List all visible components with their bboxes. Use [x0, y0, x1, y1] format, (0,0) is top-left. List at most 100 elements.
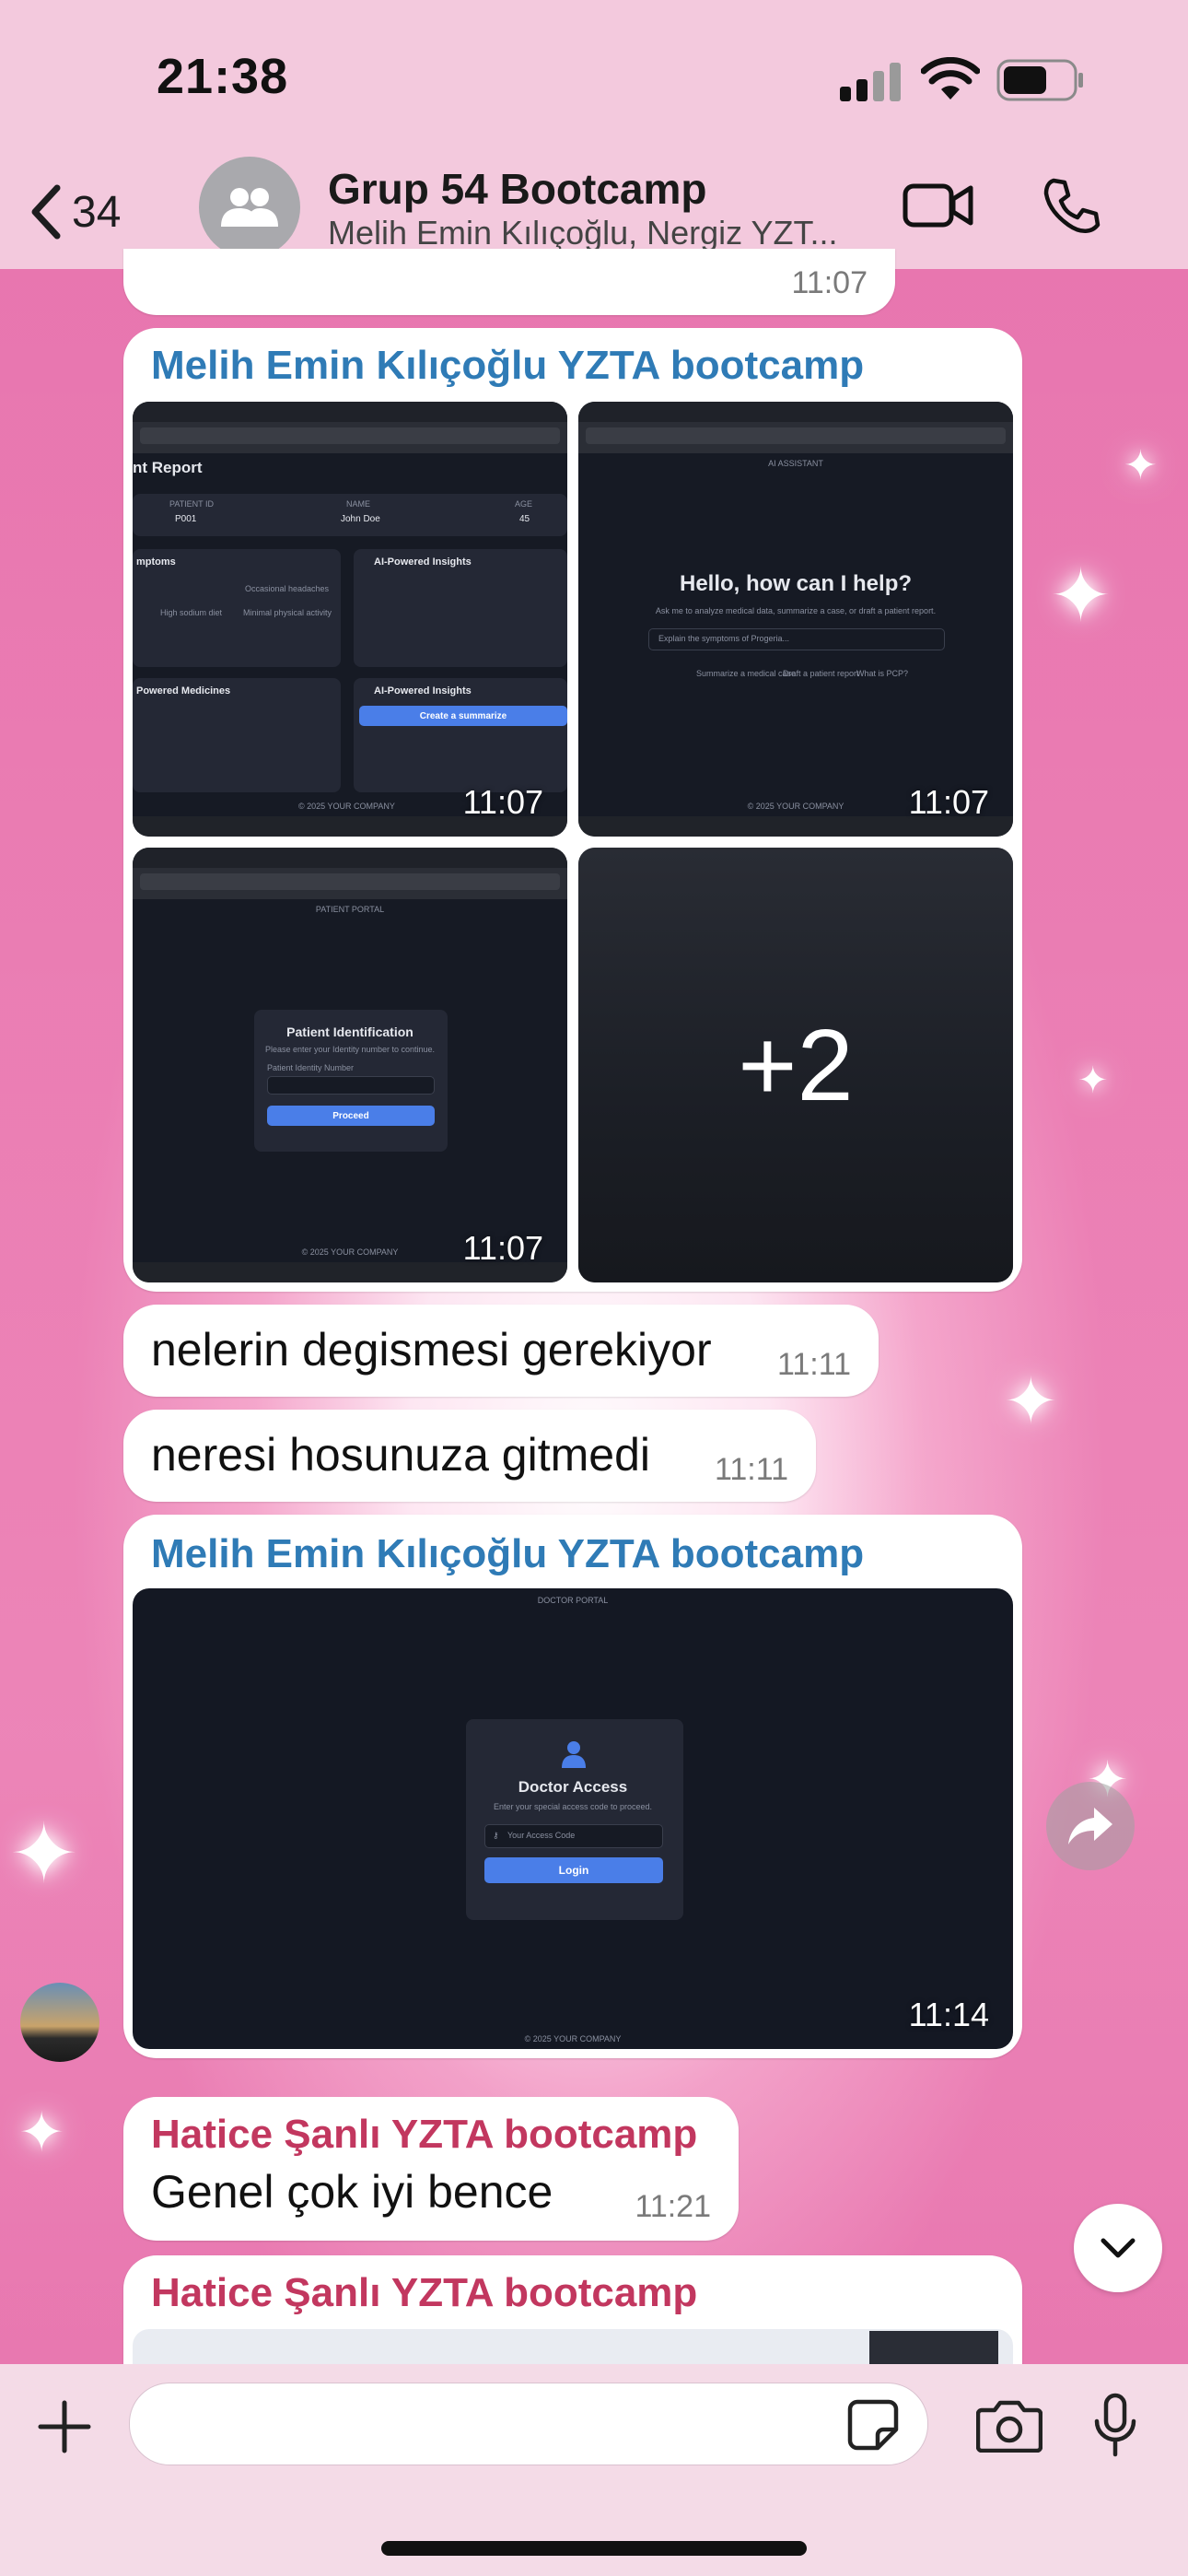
chat-title[interactable]: Grup 54 Bootcamp: [328, 164, 707, 214]
input-placeholder: Explain the symptoms of Progeria...: [658, 634, 790, 643]
value-name: John Doe: [341, 514, 380, 524]
label-age: AGE: [515, 499, 533, 509]
sender-name[interactable]: Hatice Şanlı YZTA bootcamp: [151, 2270, 697, 2316]
footer-text: © 2025 YOUR COMPANY: [298, 802, 395, 811]
section-ai-insights: AI-Powered Insights: [374, 685, 472, 697]
microphone-icon[interactable]: [1092, 2392, 1138, 2458]
section-medicines: Powered Medicines: [136, 685, 231, 697]
battery-icon: [996, 59, 1083, 101]
cellular-signal-icon: [840, 63, 901, 101]
photo-doctor-portal[interactable]: DOCTOR PORTAL Doctor Access Enter your s…: [133, 1588, 1013, 2049]
sparkle-decoration: ✦: [1004, 1364, 1058, 1439]
forward-button[interactable]: [1046, 1782, 1135, 1870]
photo-time: 11:14: [908, 1996, 989, 2033]
chevron-left-icon: [31, 184, 61, 240]
message-time: 11:11: [776, 1347, 851, 1382]
input-placeholder: Your Access Code: [507, 1831, 576, 1840]
portal-label: DOCTOR PORTAL: [537, 1596, 609, 1605]
phone-icon[interactable]: [1041, 175, 1101, 236]
camera-icon[interactable]: [976, 2397, 1042, 2453]
label-name: NAME: [346, 499, 371, 509]
assistant-subtitle: Ask me to analyze medical data, summariz…: [655, 606, 937, 615]
portal-label: PATIENT PORTAL: [315, 905, 385, 914]
image-message[interactable]: Melih Emin Kılıçoğlu YZTA bootcamp DOCTO…: [123, 1515, 1022, 2058]
forward-icon: [1068, 1808, 1112, 1844]
group-avatar[interactable]: [199, 157, 300, 258]
section-ai-insights: AI-Powered Insights: [374, 556, 472, 568]
message-time: 11:07: [791, 265, 868, 300]
report-title: nt Report: [133, 459, 203, 476]
album-photo-ai-assistant[interactable]: AI ASSISTANT Hello, how can I help? Ask …: [578, 402, 1013, 837]
message-time: 11:21: [635, 2189, 711, 2224]
sparkle-decoration: ✦: [18, 2101, 65, 2165]
portal-label: AI ASSISTANT: [768, 459, 823, 468]
assistant-heading: Hello, how can I help?: [679, 571, 913, 596]
suggestion-chip: What is PCP?: [856, 669, 909, 678]
proceed-button: Proceed: [267, 1106, 435, 1126]
assistant-input: Explain the symptoms of Progeria...: [648, 628, 945, 650]
home-indicator: [381, 2541, 807, 2556]
photo-time: 11:07: [462, 1229, 543, 1267]
sender-name[interactable]: Melih Emin Kılıçoğlu YZTA bootcamp: [151, 343, 864, 389]
album-photo-patient-portal[interactable]: PATIENT PORTAL Patient Identification Pl…: [133, 848, 567, 1282]
scroll-to-bottom-button[interactable]: [1074, 2204, 1162, 2292]
sender-name[interactable]: Hatice Şanlı YZTA bootcamp: [151, 2112, 697, 2158]
plus-icon[interactable]: [37, 2399, 92, 2454]
album-more-photos[interactable]: +2: [578, 848, 1013, 1282]
key-icon: ⚷: [493, 1831, 499, 1840]
message-time: 11:11: [714, 1452, 788, 1487]
field-label: Patient Identity Number: [267, 1063, 355, 1072]
sticker-icon[interactable]: [846, 2398, 900, 2452]
chat-members[interactable]: Melih Emin Kılıçoğlu, Nergiz YZT...: [328, 214, 862, 252]
value-age: 45: [519, 514, 530, 524]
message-bubble[interactable]: neresi hosunuza gitmedi 11:11: [123, 1410, 816, 1502]
identity-number-input: [267, 1076, 435, 1095]
value-patient-id: P001: [175, 514, 197, 524]
wifi-icon: [921, 57, 980, 100]
clock: 21:38: [157, 49, 289, 104]
doctor-icon: [562, 1741, 586, 1768]
message-bubble[interactable]: Hatice Şanlı YZTA bootcamp Genel çok iyi…: [123, 2097, 739, 2241]
browser-bar: [133, 848, 567, 899]
browser-bar: [578, 402, 1013, 453]
message-input[interactable]: [129, 2383, 928, 2465]
message-bubble[interactable]: nelerin degismesi gerekiyor 11:11: [123, 1305, 879, 1397]
message-bubble[interactable]: 11:07: [123, 249, 895, 315]
back-button[interactable]: 34: [28, 175, 121, 249]
suggestion-chip: Draft a patient report: [783, 669, 859, 678]
identification-subtitle: Please enter your Identity number to con…: [264, 1045, 436, 1054]
sparkle-decoration: ✦: [9, 1806, 79, 1903]
footer-text: © 2025 YOUR COMPANY: [524, 2034, 622, 2043]
doctor-access-subtitle: Enter your special access code to procee…: [493, 1802, 653, 1811]
sparkle-decoration: ✦: [1124, 442, 1158, 489]
unread-count: 34: [72, 187, 122, 237]
message-text: nelerin degismesi gerekiyor: [151, 1324, 712, 1376]
message-text: neresi hosunuza gitmedi: [151, 1429, 650, 1481]
symptom-tag: High sodium diet: [160, 608, 223, 617]
album-message[interactable]: Melih Emin Kılıçoğlu YZTA bootcamp nt Re…: [123, 328, 1022, 1292]
suggestion-chip: Summarize a medical case: [696, 669, 797, 678]
photo-preview-thumb: [869, 2331, 998, 2368]
photo-time: 11:07: [908, 783, 989, 821]
doctor-access-heading: Doctor Access: [518, 1778, 628, 1796]
symptom-tag: Minimal physical activity: [243, 608, 332, 617]
more-count: +2: [738, 1008, 854, 1122]
chevron-down-icon: [1101, 2238, 1136, 2258]
login-button: Login: [484, 1857, 663, 1883]
sparkle-decoration: ✦: [1077, 1060, 1109, 1102]
photo-time: 11:07: [462, 783, 543, 821]
sparkle-decoration: ✦: [1050, 553, 1112, 638]
summarize-button: Create a summarize: [359, 706, 567, 726]
symptom-tag: Occasional headaches: [245, 584, 330, 593]
browser-bar: [133, 402, 567, 453]
group-avatar-icon: [221, 188, 278, 227]
section-symptoms: mptoms: [136, 556, 176, 568]
video-call-icon[interactable]: [903, 173, 974, 238]
message-text: Genel çok iyi bence: [151, 2166, 553, 2218]
sender-name[interactable]: Melih Emin Kılıçoğlu YZTA bootcamp: [151, 1531, 864, 1577]
label-patient-id: PATIENT ID: [169, 499, 215, 509]
sender-avatar[interactable]: [20, 1983, 99, 2062]
access-code-input: ⚷ Your Access Code: [484, 1824, 663, 1848]
status-bar: 21:38: [0, 0, 1188, 157]
album-photo-patient-report[interactable]: nt Report PATIENT ID NAME AGE P001 John …: [133, 402, 567, 837]
